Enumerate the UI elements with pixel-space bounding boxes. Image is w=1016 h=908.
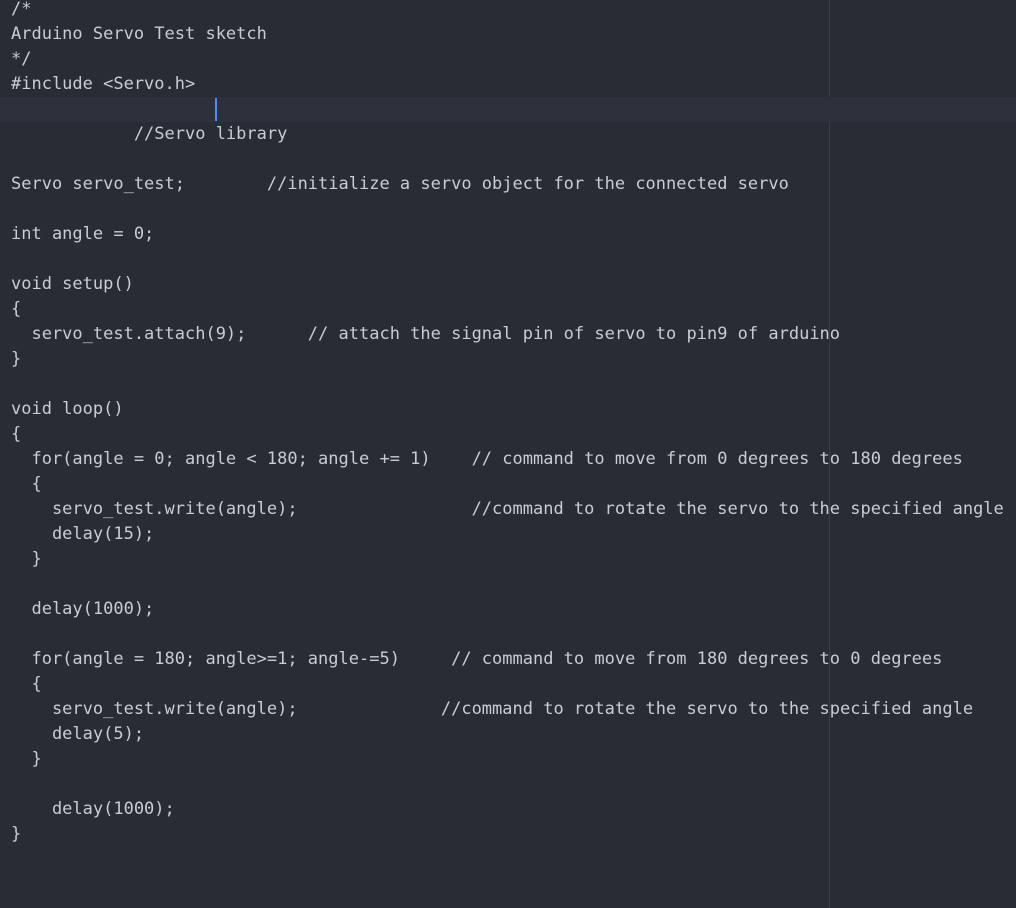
code-line[interactable]: int angle = 0;	[0, 222, 1016, 247]
code-line[interactable]: {	[0, 422, 1016, 447]
code-line[interactable]: #include <Servo.h>	[0, 72, 1016, 97]
code-line[interactable]: delay(15);	[0, 522, 1016, 547]
code-line[interactable]: delay(1000);	[0, 597, 1016, 622]
code-line[interactable]: }	[0, 747, 1016, 772]
code-line[interactable]	[0, 197, 1016, 222]
code-line[interactable]: servo_test.write(angle); //command to ro…	[0, 497, 1016, 522]
code-line[interactable]: servo_test.attach(9); // attach the sign…	[0, 322, 1016, 347]
code-line[interactable]	[0, 97, 1016, 122]
code-line[interactable]: Servo servo_test; //initialize a servo o…	[0, 172, 1016, 197]
code-line[interactable]	[0, 147, 1016, 172]
code-line[interactable]: /*	[0, 0, 1016, 22]
code-line[interactable]: delay(1000);	[0, 797, 1016, 822]
code-line[interactable]: void loop()	[0, 397, 1016, 422]
code-line[interactable]: servo_test.write(angle); //command to ro…	[0, 697, 1016, 722]
code-line[interactable]	[0, 372, 1016, 397]
code-lines[interactable]: /* Arduino Servo Test sketch */#include <S…	[0, 0, 1016, 847]
code-line[interactable]: delay(5);	[0, 722, 1016, 747]
code-line[interactable]: for(angle = 0; angle < 180; angle += 1) …	[0, 447, 1016, 472]
code-line[interactable]: }	[0, 547, 1016, 572]
code-line[interactable]: */	[0, 47, 1016, 72]
code-line[interactable]: {	[0, 472, 1016, 497]
code-line[interactable]: Arduino Servo Test sketch	[0, 22, 1016, 47]
code-line[interactable]: for(angle = 180; angle>=1; angle-=5) // …	[0, 647, 1016, 672]
code-editor[interactable]: /* Arduino Servo Test sketch */#include <S…	[0, 0, 1016, 908]
code-line[interactable]: void setup()	[0, 272, 1016, 297]
code-line[interactable]	[0, 772, 1016, 797]
code-line[interactable]: }	[0, 347, 1016, 372]
code-line[interactable]	[0, 572, 1016, 597]
text-cursor	[215, 98, 217, 121]
code-line[interactable]: }	[0, 822, 1016, 847]
code-line[interactable]: //Servo library	[0, 122, 1016, 147]
code-line[interactable]: {	[0, 672, 1016, 697]
code-line[interactable]	[0, 247, 1016, 272]
code-line[interactable]: {	[0, 297, 1016, 322]
code-line[interactable]	[0, 622, 1016, 647]
